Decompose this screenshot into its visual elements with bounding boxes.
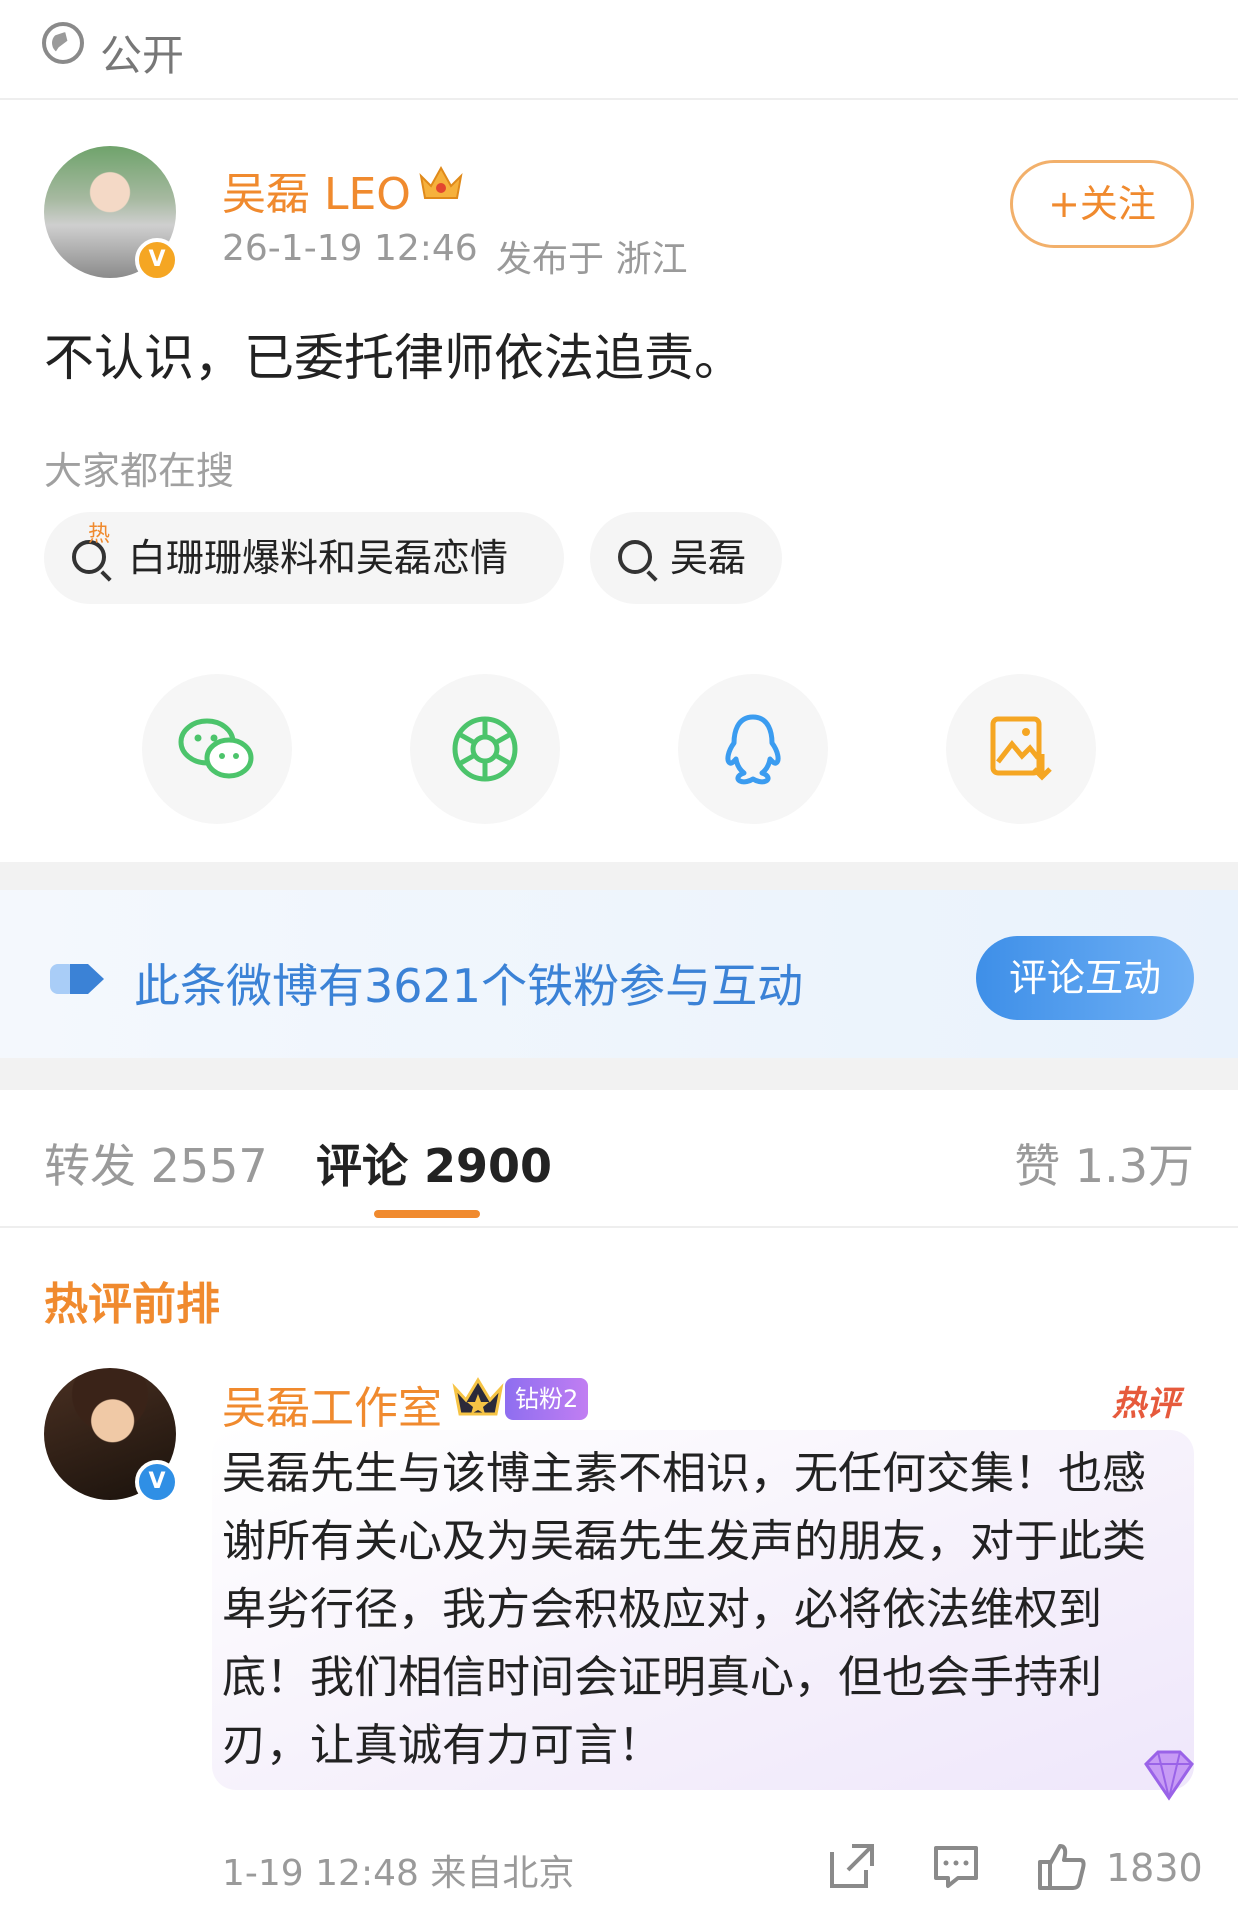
section-divider — [0, 1058, 1238, 1090]
fans-banner-text: 此条微博有3621个铁粉参与互动 — [134, 959, 804, 1013]
hot-search-chip[interactable]: 热 白珊珊爆料和吴磊恋情 — [44, 512, 564, 604]
search-icon — [618, 540, 652, 574]
verified-orange-v-icon: V — [135, 238, 179, 282]
post-text: 不认识，已委托律师依法追责。 — [44, 329, 744, 387]
commenter-name[interactable]: 吴磊工作室 — [222, 1372, 442, 1436]
fan-level-badge: 钻粉2 — [505, 1378, 589, 1420]
search-chip-label: 吴磊 — [670, 536, 747, 580]
like-icon[interactable] — [1036, 1840, 1088, 1892]
tab-likes[interactable]: 赞 1.3万 — [1014, 1130, 1194, 1196]
wechat-icon — [178, 718, 254, 779]
section-divider — [0, 862, 1238, 890]
hot-mark: 热 — [88, 522, 111, 547]
save-image-icon — [990, 716, 1052, 781]
comment-interact-button[interactable]: 评论互动 — [976, 936, 1194, 1020]
hot-search-chip-label: 白珊珊爆料和吴磊恋情 — [128, 536, 509, 580]
visibility-label: 公开 — [100, 31, 185, 80]
visibility-bar: 公开 — [0, 0, 1238, 100]
author-name[interactable]: 吴磊 LEO — [222, 158, 411, 222]
share-qq-button[interactable] — [678, 674, 828, 824]
post-location: 发布于 浙江 — [496, 239, 688, 280]
active-tab-indicator — [374, 1210, 480, 1218]
crown-icon — [419, 165, 463, 199]
fan-crown-icon — [452, 1377, 504, 1416]
comment-text: 吴磊先生与该博主素不相识，无任何交集！也感谢所有关心及为吴磊先生发声的朋友，对于… — [222, 1448, 1146, 1771]
hot-comment-tag: 热评 — [1112, 1384, 1180, 1424]
repost-icon[interactable] — [826, 1840, 878, 1892]
fans-interaction-icon — [50, 964, 104, 994]
globe-icon — [42, 22, 84, 64]
search-chip[interactable]: 吴磊 — [590, 512, 782, 604]
share-moments-button[interactable] — [410, 674, 560, 824]
verified-blue-v-icon: V — [135, 1460, 179, 1504]
qq-icon — [725, 714, 781, 785]
comment-icon[interactable] — [930, 1840, 982, 1892]
diamond-icon — [1144, 1750, 1194, 1801]
tab-comment[interactable]: 评论 2900 — [316, 1130, 552, 1196]
save-image-button[interactable] — [946, 674, 1096, 824]
post-timestamp: 26-1-19 12:46 — [222, 228, 478, 269]
comment-meta: 1-19 12:48 来自北京 — [222, 1853, 575, 1894]
tabs-divider — [0, 1226, 1238, 1228]
follow-button[interactable]: +关注 — [1010, 160, 1194, 248]
tab-repost[interactable]: 转发 2557 — [44, 1130, 268, 1196]
hot-comments-heading: 热评前排 — [44, 1279, 220, 1330]
hot-search-label: 大家都在搜 — [44, 449, 235, 493]
share-wechat-button[interactable] — [142, 674, 292, 824]
moments-icon — [452, 716, 518, 782]
comment-like-count: 1830 — [1106, 1846, 1203, 1890]
